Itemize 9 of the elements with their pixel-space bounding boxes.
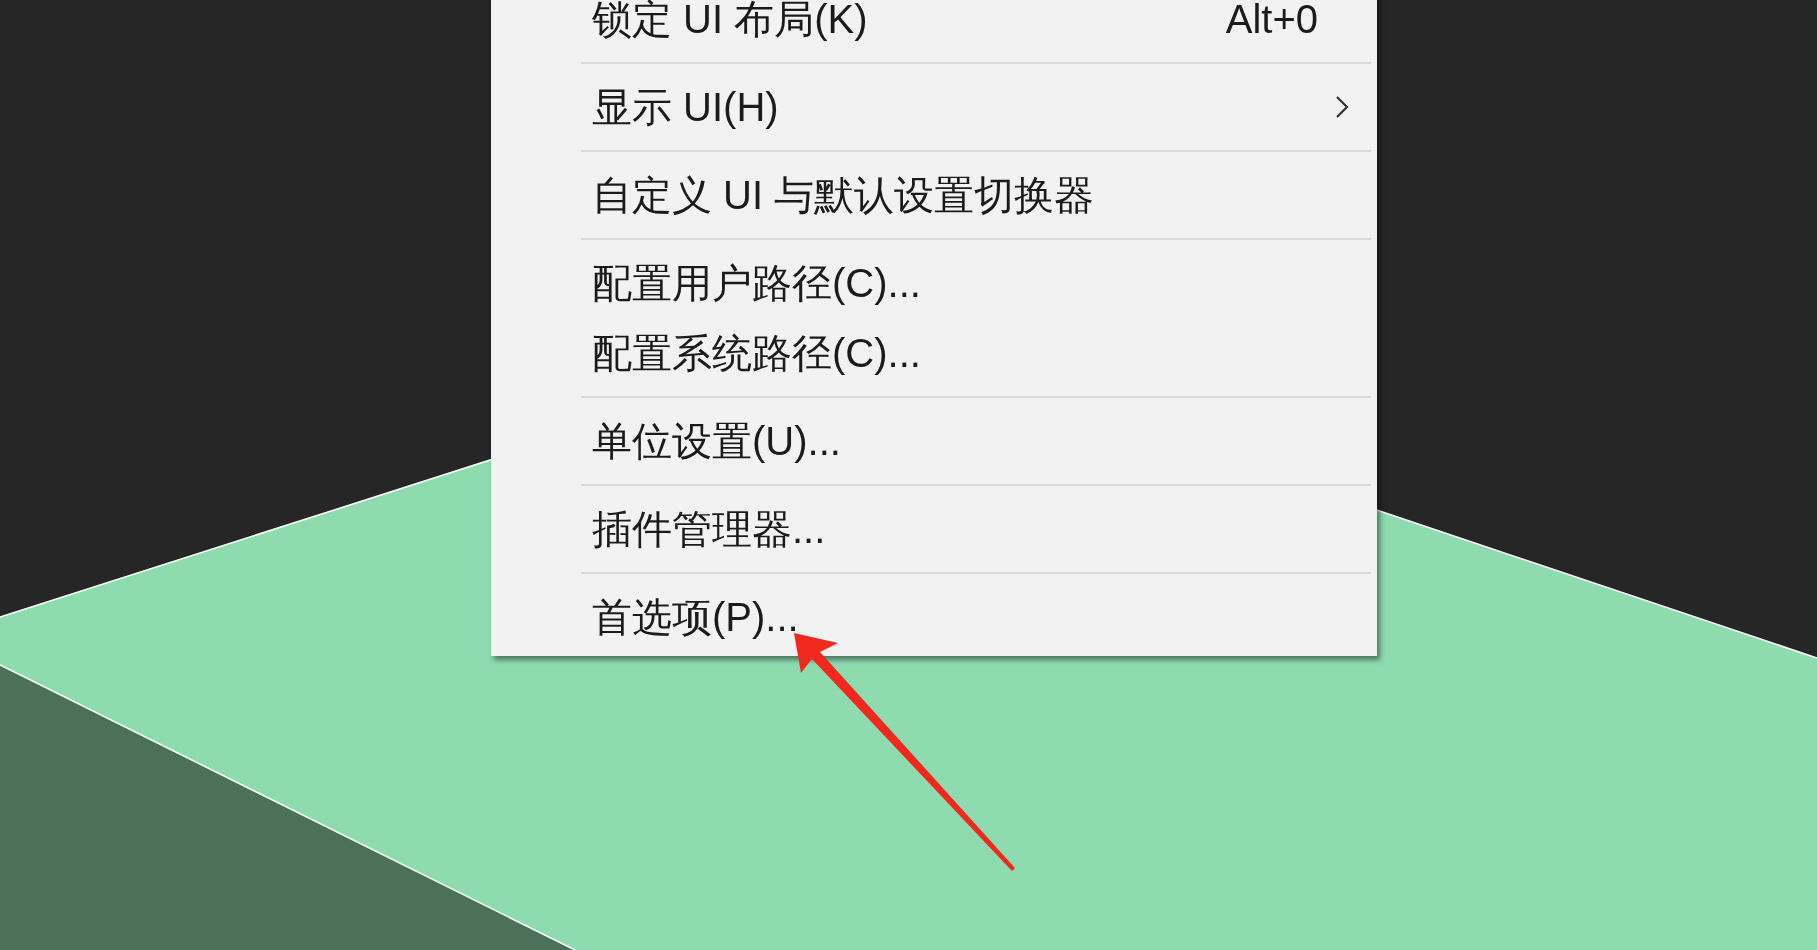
- menu-item[interactable]: 配置用户路径(C)...: [491, 248, 1377, 318]
- menu-item[interactable]: 配置系统路径(C)...: [491, 318, 1377, 388]
- menu-item[interactable]: 显示 UI(H): [491, 72, 1377, 142]
- annotation-arrow-icon: [793, 632, 1016, 872]
- menu-item[interactable]: 自定义 UI 与默认设置切换器: [491, 160, 1377, 230]
- menu-item[interactable]: 首选项(P)...: [491, 582, 1377, 652]
- shortcut-label: Alt+0: [1225, 0, 1318, 39]
- menu-item[interactable]: 插件管理器...: [491, 494, 1377, 564]
- menu-item[interactable]: 单位设置(U)...: [491, 406, 1377, 476]
